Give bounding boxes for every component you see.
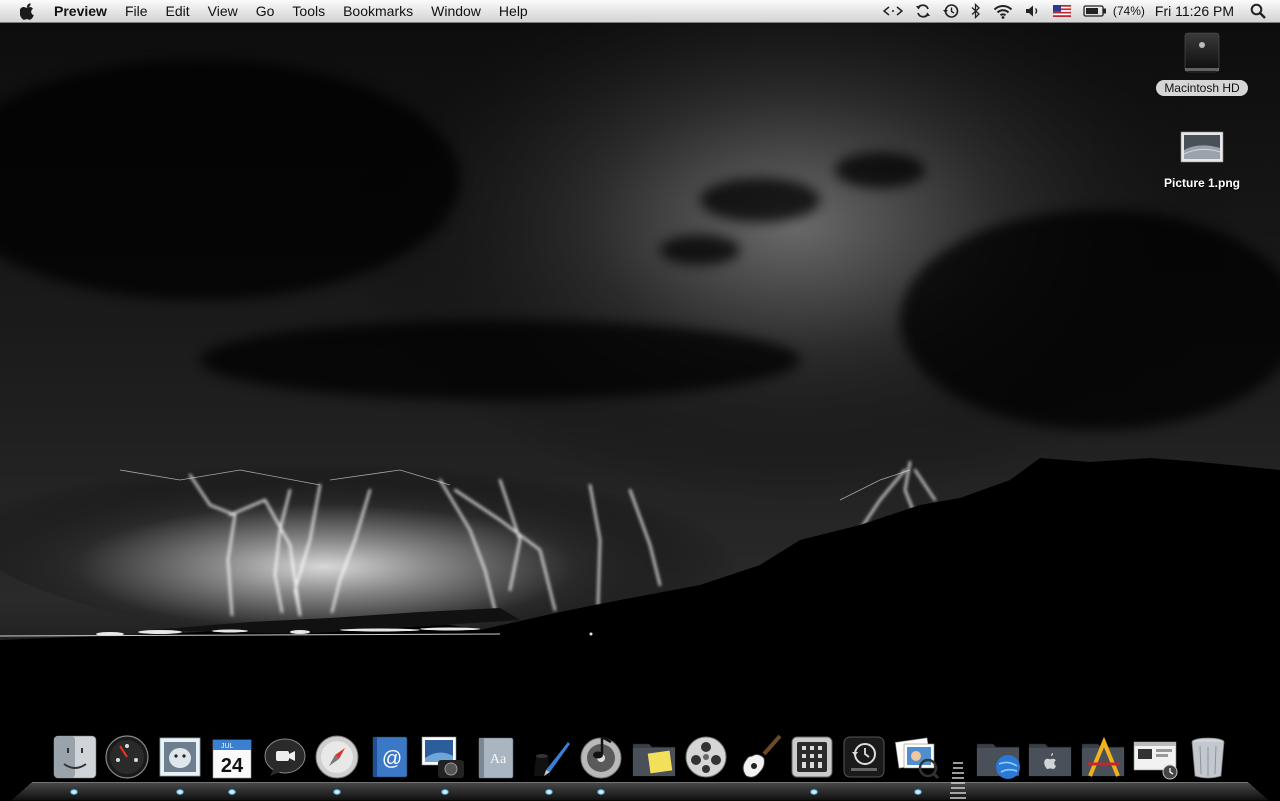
desktop-icon-label: Picture 1.png [1163,176,1240,190]
time-machine-icon[interactable] [841,734,891,784]
desktop-icon-picture-1[interactable]: Picture 1.png [1147,128,1257,190]
volume-icon[interactable] [1019,0,1047,22]
wifi-icon[interactable] [987,0,1019,22]
running-indicator [914,789,922,795]
battery-percent: (74%) [1112,4,1145,18]
time-machine-menu-icon[interactable] [937,0,965,22]
svg-text:24: 24 [221,755,244,777]
svg-text:@: @ [382,748,402,770]
preview-icon[interactable] [894,734,944,784]
system-preferences-icon[interactable] [789,734,839,784]
dock: JUL 24 @ Aa [0,730,1280,800]
running-indicator [545,789,553,795]
apple-menu-icon[interactable] [16,0,38,22]
running-indicator [441,789,449,795]
spotlight-search-icon[interactable] [1244,0,1272,22]
trash-icon[interactable] [1185,734,1235,784]
menu-help[interactable]: Help [490,0,537,22]
textedit-icon[interactable] [526,734,576,784]
dvd-player-icon[interactable] [683,734,733,784]
stickies-folder-icon[interactable] [631,734,681,784]
menu-edit[interactable]: Edit [157,0,199,22]
running-indicator [597,789,605,795]
xcode-stack-icon[interactable] [1080,734,1130,784]
battery-icon[interactable] [1077,0,1113,22]
dictionary-icon[interactable]: Aa [473,734,523,784]
running-indicator [333,789,341,795]
applications-stack-icon[interactable] [1027,734,1077,784]
running-indicator [810,789,818,795]
menu-bar: Preview File Edit View Go Tools Bookmark… [0,0,1280,23]
desktop-icon-label: Macintosh HD [1156,80,1248,96]
screenshot-stack-icon[interactable] [1132,734,1182,784]
finder-icon[interactable] [52,734,102,784]
input-source-flag-icon[interactable] [1047,0,1077,22]
desktop-wallpaper [0,0,1280,800]
menu-app-preview[interactable]: Preview [48,0,116,22]
menu-bookmarks[interactable]: Bookmarks [334,0,422,22]
ical-icon[interactable]: JUL 24 [209,734,259,784]
ichat-icon[interactable] [262,734,312,784]
menu-file[interactable]: File [116,0,157,22]
bluetooth-icon[interactable] [965,0,987,22]
menu-clock[interactable]: Fri 11:26 PM [1149,3,1244,19]
dashboard-icon[interactable] [104,734,154,784]
screen-sharing-icon[interactable] [877,0,909,22]
sync-icon[interactable] [909,0,937,22]
image-file-icon [1180,131,1224,163]
mail-icon[interactable] [157,734,207,784]
svg-text:JUL: JUL [221,743,234,750]
downloads-stack-icon[interactable] [975,734,1025,784]
hard-drive-icon [1184,32,1220,73]
garageband-icon[interactable] [736,734,786,784]
safari-icon[interactable] [314,734,364,784]
running-indicator [228,789,236,795]
menu-view[interactable]: View [199,0,247,22]
itunes-icon[interactable] [578,734,628,784]
svg-text:Aa: Aa [490,752,507,767]
running-indicator [70,789,78,795]
dock-separator [950,762,966,799]
menu-go[interactable]: Go [247,0,284,22]
menu-tools[interactable]: Tools [283,0,334,22]
running-indicator [176,789,184,795]
menu-window[interactable]: Window [422,0,490,22]
desktop-icon-macintosh-hd[interactable]: Macintosh HD [1147,30,1257,96]
address-book-icon[interactable]: @ [367,734,417,784]
iphoto-icon[interactable] [420,734,470,784]
